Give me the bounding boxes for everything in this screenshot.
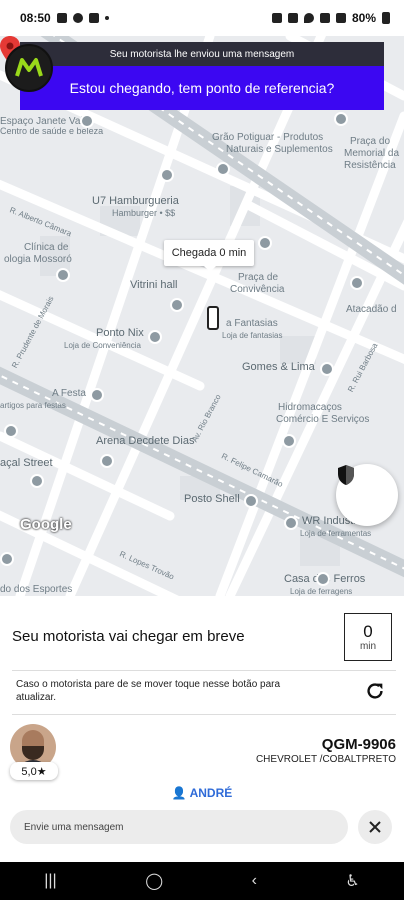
refresh-icon[interactable] [364,680,386,702]
alarm-icon [271,13,282,23]
restaurant-poi-icon[interactable] [258,236,272,250]
close-button[interactable] [358,810,392,844]
signal-icon [335,13,346,23]
map-label: açal Street [0,457,53,469]
message-notification[interactable]: Seu motorista lhe enviou uma mensagem Es… [20,42,384,110]
map-label: Naturais e Suplementos [226,144,333,155]
map-poi-icon[interactable] [244,494,258,508]
status-bar: 08:50 80% [0,0,404,36]
map-label: Hamburger • $$ [112,208,176,218]
map-label: Praça de [238,272,279,283]
gallery-icon [88,13,99,23]
map-label: Ponto Nix [96,327,144,339]
map-label: Posto Shell [184,493,240,505]
safety-button[interactable] [336,464,398,526]
map-label: Loja de ferramentas [300,529,372,538]
location-icon [303,13,314,23]
eta-value: 0 [363,621,373,641]
map-label: U7 Hamburgueria [92,195,179,207]
map-label: A Festa [52,388,86,399]
notification-title: Seu motorista lhe enviou uma mensagem [20,42,384,66]
status-time: 08:50 [20,11,51,25]
map-label: Convivência [230,284,285,295]
map-poi-icon[interactable] [350,276,364,290]
map-poi-icon[interactable] [282,434,296,448]
ride-info-sheet: Seu motorista vai chegar em breve 0 min … [0,596,404,862]
vehicle-model: CHEVROLET /COBALTPRETO [255,754,396,765]
eta-unit: min [359,640,377,652]
app-notification-icon [56,13,67,23]
divider [12,714,396,715]
map-label: do dos Esportes [0,584,73,595]
battery-icon [382,12,390,24]
map-poi-icon[interactable] [100,454,114,468]
battery-level: 80% [351,11,376,25]
arrival-status: Seu motorista vai chegar em breve [12,628,245,645]
map-label: Hidromacaços [278,402,342,413]
map-label: Praça do [350,136,391,147]
map-label: Atacadão d [346,304,397,315]
refresh-hint: Caso o motorista pare de se mover toque … [16,679,281,703]
whatsapp-icon [72,13,83,23]
shield-icon [338,465,354,485]
driver-name-row: 👤 ANDRÉ [0,786,404,800]
map-poi-icon[interactable] [148,330,162,344]
bluetooth-icon [287,13,298,23]
driver-rating: 5,0★ [10,762,58,780]
map-label: Arena Decdete Dias [96,435,195,447]
home-icon[interactable]: ◯ [145,871,163,891]
map-poi-icon[interactable] [284,516,298,530]
restaurant-poi-icon[interactable] [160,168,174,182]
map-poi-icon[interactable] [90,388,104,402]
map-label: Vitrini hall [130,279,178,291]
recent-apps-icon[interactable]: ||| [44,872,56,890]
accessibility-icon[interactable]: ♿ [345,871,359,891]
map-label: artigos para festas [0,401,66,410]
map-label: ologia Mossoró [4,254,72,265]
map-label: Comércio E Serviços [276,414,370,425]
map-view[interactable]: Espaço Janete Vale Centro de saúde e bel… [0,36,404,596]
close-icon [369,821,381,833]
app-logo [5,44,53,92]
car-icon [207,306,219,330]
google-logo: Google [20,516,72,533]
map-poi-icon[interactable] [0,552,14,566]
map-label: Loja de Conveniência [64,341,141,350]
license-plate: QGM-9906 [321,736,396,753]
arrival-row: Seu motorista vai chegar em breve 0 min [0,608,404,666]
driver-name: ANDRÉ [189,786,233,800]
map-poi-icon[interactable] [80,114,94,128]
map-poi-icon[interactable] [56,268,70,282]
person-icon: 👤 [171,786,190,800]
map-label: Resistência [344,160,396,171]
wifi-icon [319,13,330,23]
map-poi-icon[interactable] [4,424,18,438]
arrival-tooltip: Chegada 0 min [164,240,254,272]
map-label: Memorial da [344,148,400,159]
message-input[interactable] [10,810,348,844]
logo-icon [15,58,43,77]
map-label: Gomes & Lima [242,361,315,373]
map-label: Clínica de [24,242,69,253]
divider [12,670,396,671]
system-nav-bar: ||| ◯ ‹ ♿ [0,862,404,900]
map-label: a Fantasias [226,318,278,329]
screen: 08:50 80% Espaço Janete Vale Centro de s… [0,0,404,900]
map-poi-icon[interactable] [320,362,334,376]
restaurant-poi-icon[interactable] [30,474,44,488]
map-label: Grão Potiguar - Produtos [212,132,324,143]
map-poi-icon[interactable] [170,298,184,312]
back-icon[interactable]: ‹ [252,872,257,890]
map-poi-icon[interactable] [216,162,230,176]
notification-message: Estou chegando, tem ponto de referencia? [20,66,384,110]
map-poi-icon[interactable] [334,112,348,126]
eta-box: 0 min [344,613,392,661]
map-label: Loja de fantasias [222,331,283,340]
map-poi-icon[interactable] [316,572,330,586]
map-label: Loja de ferragens [290,587,353,596]
more-notifications-icon [104,16,109,20]
